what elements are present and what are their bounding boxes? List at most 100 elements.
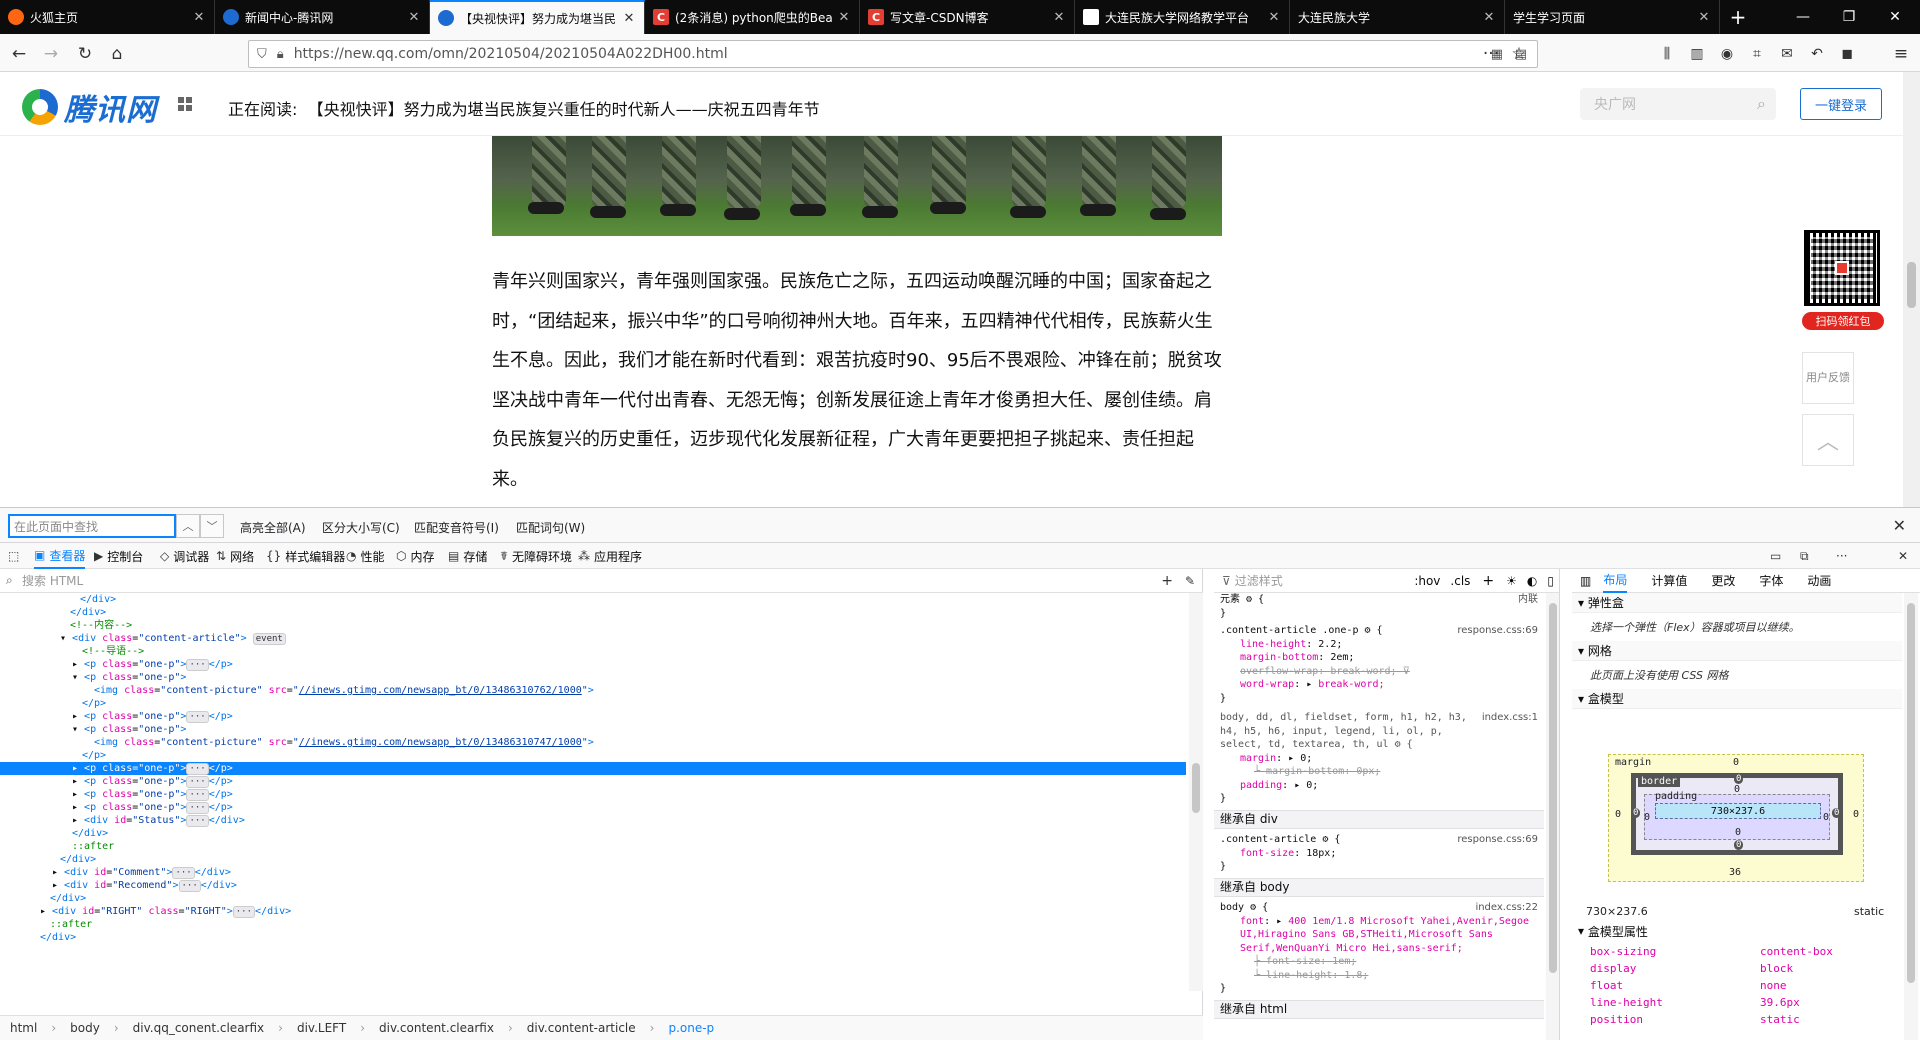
breadcrumb-item[interactable]: div.qq_conent.clearfix: [133, 1021, 264, 1035]
minimize-icon[interactable]: —: [1780, 0, 1826, 34]
add-node-icon[interactable]: +: [1161, 573, 1173, 589]
markup-line[interactable]: ::after: [0, 840, 1186, 853]
layout-tab[interactable]: 字体: [1759, 569, 1783, 593]
markup-scroll-thumb[interactable]: [1192, 763, 1200, 813]
class-toggle[interactable]: .cls: [1450, 574, 1470, 588]
css-property-value[interactable]: 1.8;: [1344, 970, 1368, 981]
border-top-value[interactable]: 0: [1734, 774, 1744, 784]
filter-icon[interactable]: ⊽: [1403, 666, 1410, 677]
layout-tab[interactable]: 动画: [1807, 569, 1831, 593]
hover-toggle[interactable]: :hov: [1414, 574, 1440, 588]
markup-line[interactable]: ▸ <p class="one-p"> ··· </p>: [0, 801, 1186, 814]
element-picker-icon[interactable]: ⬚: [8, 543, 23, 569]
markup-line[interactable]: ▸ <p class="one-p"> ··· </p>: [0, 658, 1186, 671]
css-property-name[interactable]: font-size: [1266, 956, 1320, 967]
print-icon[interactable]: ▯: [1547, 574, 1554, 588]
css-property-name[interactable]: font-size: [1240, 848, 1294, 859]
markup-line[interactable]: ▸ <div id="RIGHT" class="RIGHT"> ··· </div…: [0, 905, 1186, 918]
css-property-name[interactable]: margin-bottom: [1266, 766, 1344, 777]
menu-icon[interactable]: ≡: [1890, 43, 1912, 65]
markup-scrollbar[interactable]: [1189, 593, 1203, 991]
login-button[interactable]: 一键登录: [1800, 88, 1882, 120]
css-property-value[interactable]: 2em;: [1330, 652, 1354, 663]
devtools-tab[interactable]: ▣ 查看器: [34, 543, 86, 569]
rule-source[interactable]: index.css:1: [1482, 711, 1538, 725]
markup-line[interactable]: ::after: [0, 918, 1186, 931]
css-property-name[interactable]: line-height: [1240, 639, 1306, 650]
markup-line[interactable]: </div>: [0, 593, 1186, 606]
markup-line[interactable]: ▸ <p class="one-p"> ··· </p>: [0, 710, 1186, 723]
breadcrumb-item[interactable]: div.content.clearfix: [379, 1021, 494, 1035]
markup-line[interactable]: ▾ <p class="one-p">: [0, 671, 1186, 684]
lock-icon[interactable]: 🔒︎: [277, 47, 284, 62]
devtools-tab[interactable]: ▤ 存储: [448, 543, 487, 569]
tab-close-icon[interactable]: ✕: [837, 10, 851, 25]
boxmodel-section[interactable]: ▾ 盒模型: [1572, 689, 1902, 709]
page-scroll-thumb[interactable]: [1907, 262, 1916, 308]
css-property-name[interactable]: line-height: [1266, 970, 1332, 981]
shield-icon[interactable]: ⛉: [257, 47, 267, 62]
devtools-tab[interactable]: ⬡ 内存: [396, 543, 435, 569]
markup-line[interactable]: <img class="content-picture" src="//inew…: [0, 684, 1186, 697]
browser-tab[interactable]: 新闻中心-腾讯网 ✕: [215, 0, 430, 34]
css-property-value[interactable]: break-word;: [1318, 679, 1384, 690]
boxmodel-props-section[interactable]: ▾ 盒模型属性: [1572, 921, 1902, 941]
toggle-sidebar-icon[interactable]: ▥: [1580, 574, 1591, 588]
border-left-value[interactable]: 0: [1631, 808, 1641, 818]
css-property-value[interactable]: 2.2;: [1318, 639, 1342, 650]
border-right-value[interactable]: 0: [1832, 808, 1842, 818]
markup-line[interactable]: </div>: [0, 853, 1186, 866]
forward-icon[interactable]: →: [40, 43, 62, 65]
rule-source[interactable]: 内联: [1518, 593, 1538, 607]
tab-close-icon[interactable]: ✕: [1052, 10, 1066, 25]
css-property-value[interactable]: 18px;: [1306, 848, 1336, 859]
css-property-name[interactable]: word-wrap: [1240, 679, 1294, 690]
margin-bottom-value[interactable]: 36: [1729, 867, 1741, 878]
markup-line[interactable]: ▸ <p class="one-p"> ··· </p>: [0, 788, 1186, 801]
markup-line[interactable]: ▾ <p class="one-p">: [0, 723, 1186, 736]
dock-icon[interactable]: ▭: [1770, 543, 1785, 569]
css-property-name[interactable]: margin-bottom: [1240, 652, 1318, 663]
markup-line[interactable]: ▸ <p class="one-p"> ··· </p>: [0, 775, 1186, 788]
css-property-value[interactable]: break-word;: [1330, 666, 1396, 677]
padding-left-value[interactable]: 0: [1644, 812, 1650, 823]
back-icon[interactable]: ←: [8, 43, 30, 65]
margin-right-value[interactable]: 0: [1853, 809, 1859, 820]
markup-line-selected[interactable]: ▸ <p class="one-p"> ··· </p>: [0, 762, 1186, 775]
rule-source[interactable]: response.css:69: [1457, 833, 1538, 847]
devtools-tab[interactable]: ◇ 调试器: [160, 543, 209, 569]
find-next-icon[interactable]: ﹀: [200, 514, 224, 538]
whole-words-checkbox[interactable]: 匹配词句(W): [516, 519, 585, 536]
split-console-icon[interactable]: ⧉: [1800, 543, 1813, 569]
tab-close-icon[interactable]: ✕: [192, 10, 206, 25]
tab-close-icon[interactable]: ✕: [1267, 10, 1281, 25]
chat-icon[interactable]: ✉: [1776, 43, 1798, 65]
tab-close-icon[interactable]: ✕: [622, 11, 636, 26]
markup-line[interactable]: <!--内容-->: [0, 619, 1186, 632]
match-diacritics-checkbox[interactable]: 匹配变音符号(I): [414, 519, 499, 536]
sidebar-icon[interactable]: ▥: [1686, 43, 1708, 65]
css-property-name[interactable]: font: [1240, 916, 1264, 927]
markup-line[interactable]: </div>: [0, 931, 1186, 944]
feedback-button[interactable]: 用户反馈: [1802, 352, 1854, 404]
undo-icon[interactable]: ↶: [1806, 43, 1828, 65]
margin-top-value[interactable]: 0: [1733, 757, 1739, 768]
breadcrumb-item[interactable]: body: [70, 1021, 100, 1035]
rules-scroll-thumb[interactable]: [1549, 603, 1557, 973]
screenshot-icon[interactable]: ⌗: [1746, 43, 1768, 65]
devtools-tab[interactable]: ▶ 控制台: [94, 543, 143, 569]
browser-tab[interactable]: 学生学习页面 ✕: [1505, 0, 1720, 34]
light-theme-icon[interactable]: ☀: [1506, 574, 1517, 588]
back-to-top-icon[interactable]: ︿: [1802, 414, 1854, 466]
grid-section[interactable]: ▾ 网格: [1572, 641, 1902, 661]
markup-line[interactable]: ▸ <div id="Recomend"> ··· </div>: [0, 879, 1186, 892]
highlight-all-checkbox[interactable]: 高亮全部(A): [240, 519, 306, 536]
markup-line[interactable]: </p>: [0, 697, 1186, 710]
devtools-tab[interactable]: ⁂ 应用程序: [578, 543, 642, 569]
markup-tree[interactable]: </div> </div> <!--内容--> ▾ <div class="co…: [0, 593, 1186, 991]
account-icon[interactable]: ◉: [1716, 43, 1738, 65]
markup-line[interactable]: ▸ <div id="Status"> ··· </div>: [0, 814, 1186, 827]
close-devtools-icon[interactable]: ✕: [1898, 543, 1912, 569]
markup-line[interactable]: ▸ <div id="Comment"> ··· </div>: [0, 866, 1186, 879]
browser-tab[interactable]: 【央视快评】努力成为堪当民 ✕: [430, 0, 645, 34]
